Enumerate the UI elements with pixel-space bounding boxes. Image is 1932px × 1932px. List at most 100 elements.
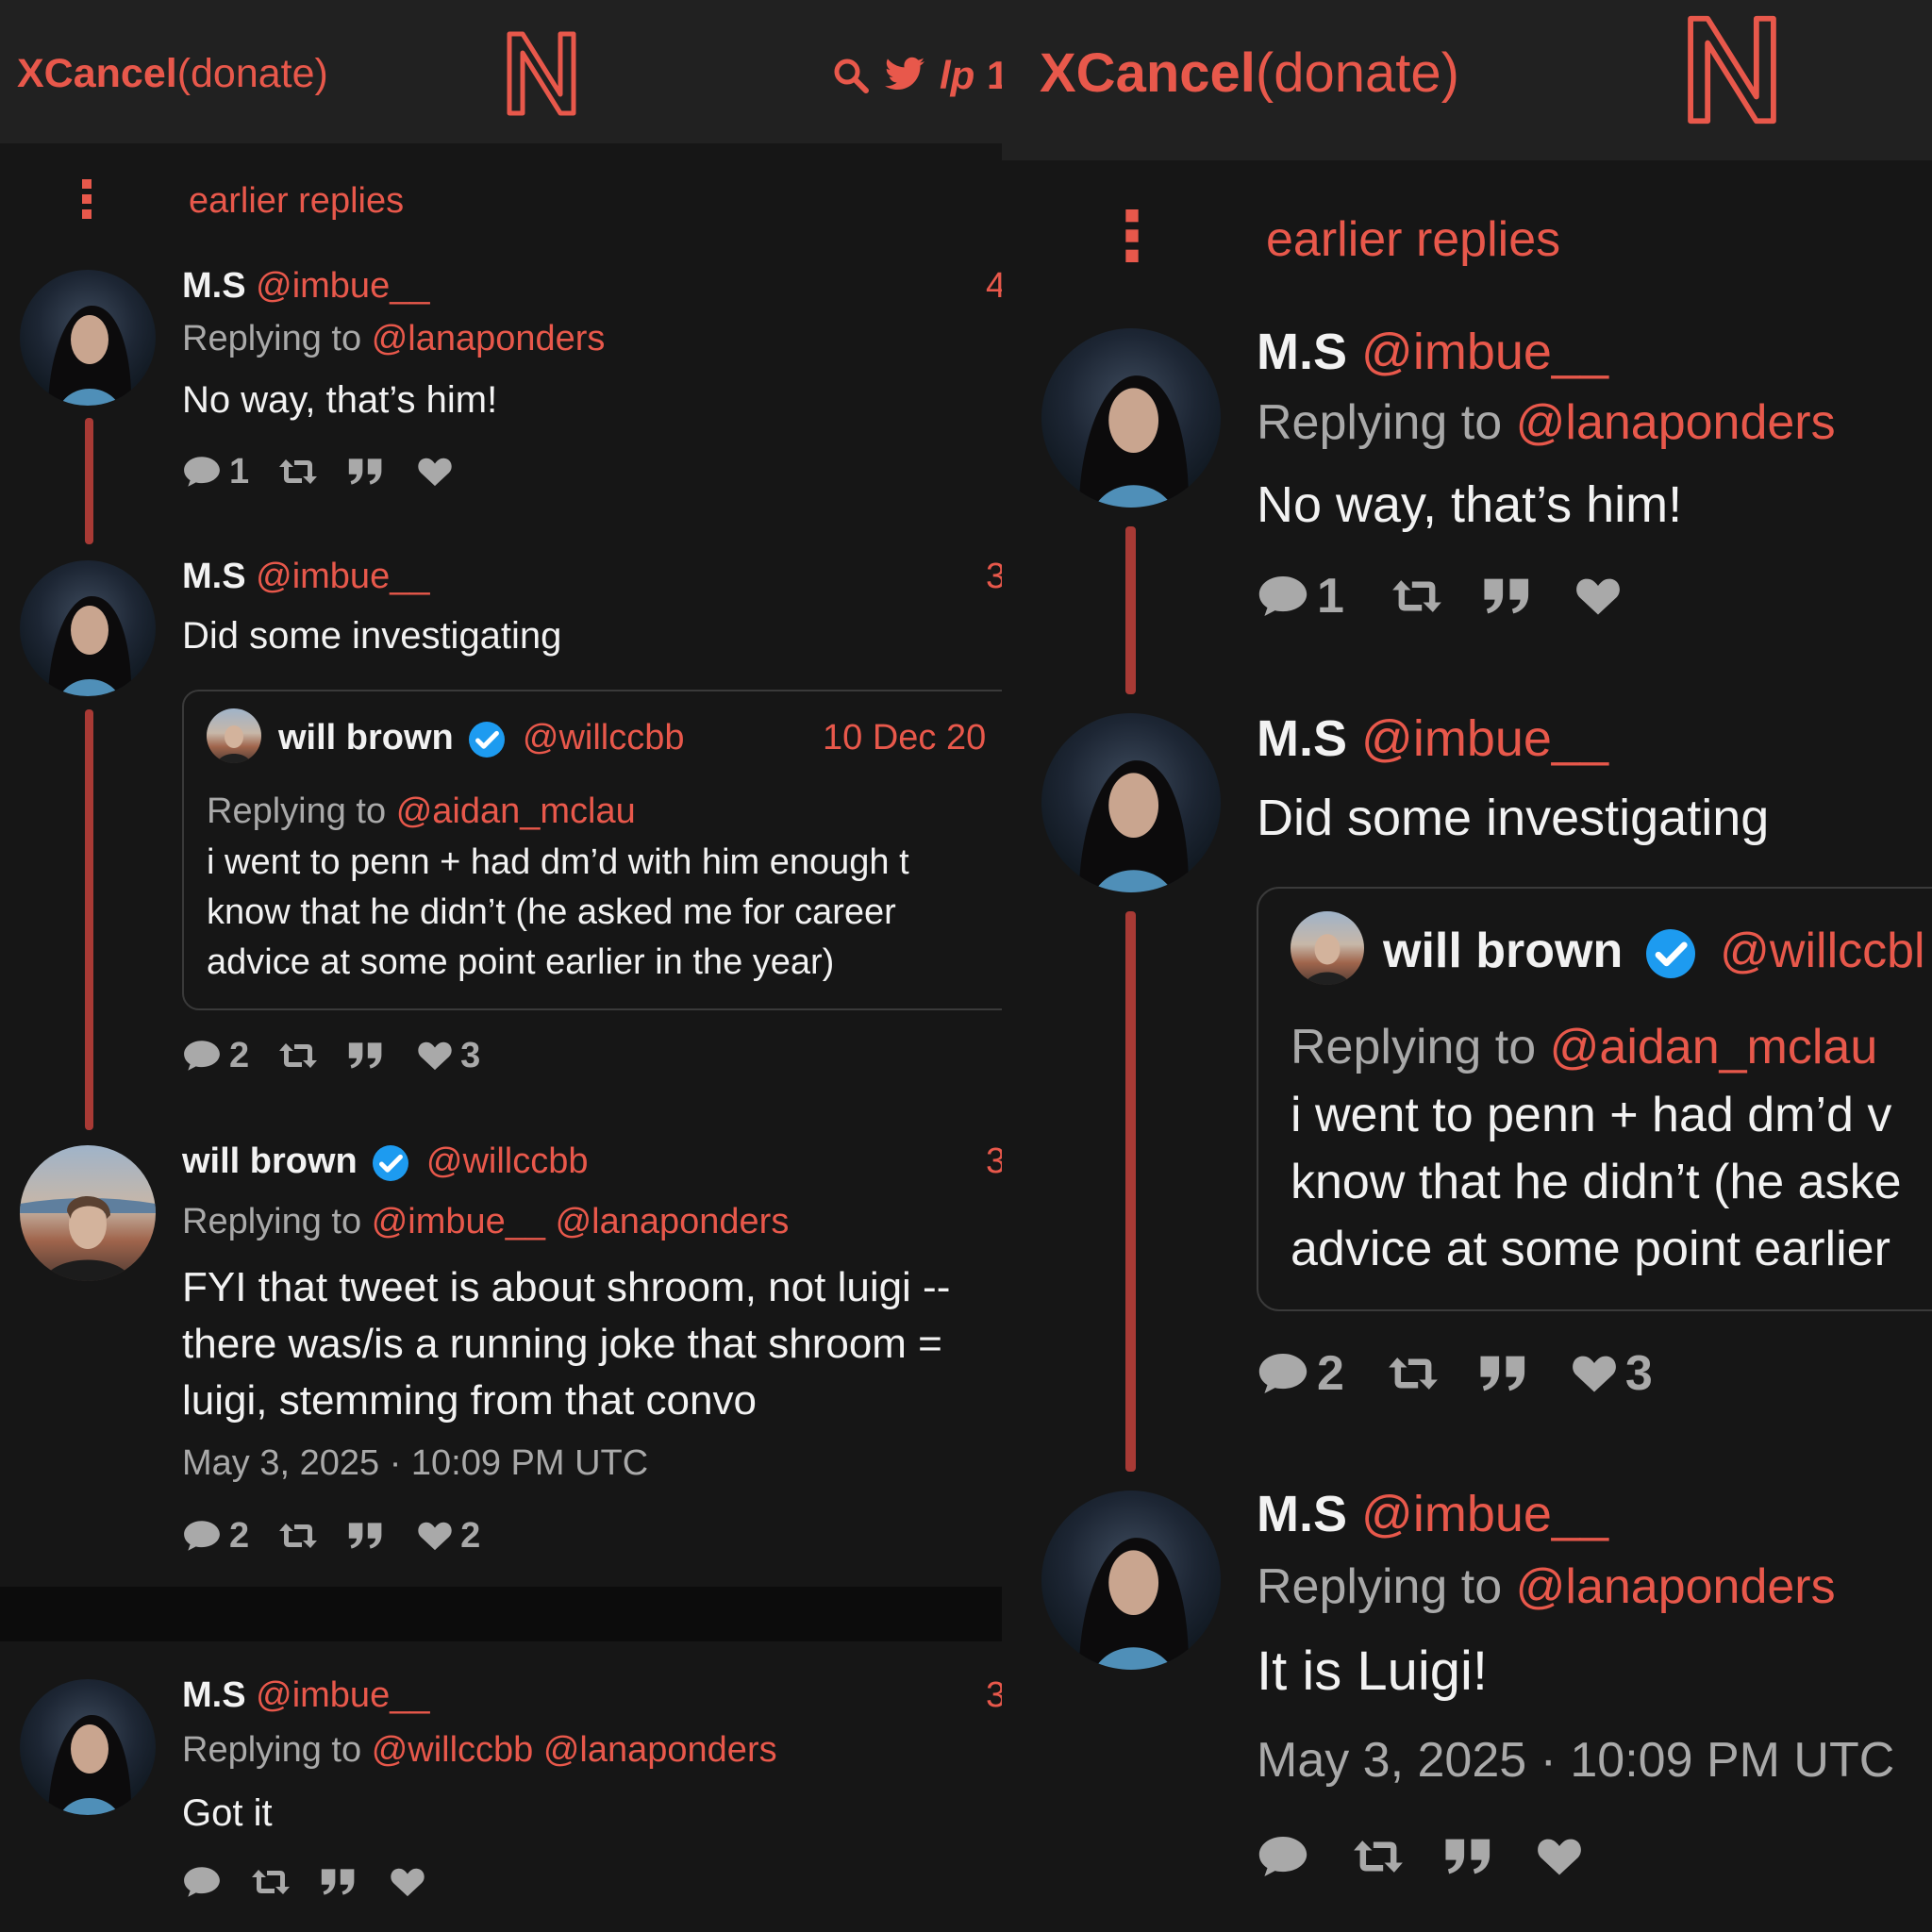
avatar[interactable] (1041, 1491, 1221, 1670)
user-fullname[interactable]: M.S (1257, 1486, 1347, 1542)
quote-icon (347, 1521, 385, 1551)
reply-mention[interactable]: @willccbb @lanaponders (372, 1730, 777, 1770)
reply-mention[interactable]: @lanaponders (1516, 1559, 1836, 1614)
retweet-stat[interactable] (1390, 575, 1444, 617)
retweet-stat[interactable] (1386, 1353, 1441, 1394)
retweet-stat[interactable] (250, 1866, 291, 1898)
like-stat[interactable] (1574, 575, 1622, 617)
username[interactable]: @imbue__ (256, 1675, 429, 1715)
reply-stat[interactable]: 2 (1257, 1345, 1344, 1402)
twitter-icon[interactable] (885, 57, 926, 92)
nitter-logo-icon[interactable] (1683, 11, 1781, 128)
reply-stat[interactable]: 1 (182, 452, 249, 492)
quote-stat[interactable] (347, 1521, 385, 1551)
like-stat[interactable] (390, 1866, 425, 1898)
comment-icon (182, 1865, 222, 1899)
quote-stat[interactable] (347, 457, 385, 487)
reply-stat[interactable] (182, 1865, 222, 1899)
reply-mention[interactable]: @imbue__ @lanaponders (372, 1202, 790, 1241)
avatar[interactable] (20, 270, 156, 406)
quote-stat[interactable] (1478, 1354, 1529, 1393)
quote-stat[interactable] (1482, 576, 1533, 616)
quote-avatar (207, 708, 261, 763)
tweet-date[interactable]: 3 (986, 1141, 1002, 1182)
username[interactable]: @imbue__ (256, 266, 429, 306)
reply-mention[interactable]: @lanaponders (372, 319, 606, 358)
tweet-date[interactable]: 3 (986, 557, 1002, 597)
username[interactable]: @imbue__ (1361, 1486, 1608, 1542)
like-stat[interactable] (417, 456, 453, 488)
retweet-icon (277, 1040, 319, 1072)
heart-icon (1536, 1836, 1583, 1877)
tweet-date[interactable]: 3 (986, 1675, 1002, 1716)
quote-icon (320, 1867, 358, 1897)
quote-icon (347, 1041, 385, 1071)
quoted-tweet[interactable]: will brown @willccbb 10 Dec 20 Replying … (182, 690, 1002, 1010)
like-stat[interactable]: 3 (417, 1036, 480, 1076)
tweet-text: No way, that’s him! (1257, 476, 1683, 533)
more-dots-icon (81, 179, 92, 219)
user-fullname[interactable]: M.S (1257, 710, 1347, 767)
thread-line (85, 418, 93, 544)
quote-stat[interactable] (320, 1867, 358, 1897)
user-fullname[interactable]: M.S (1257, 324, 1347, 380)
tweet-timestamp[interactable]: May 3, 2025 · 10:09 PM UTC (1257, 1732, 1894, 1789)
reply-stat[interactable]: 1 (1257, 568, 1344, 625)
quoted-tweet[interactable]: will brown @willccbl Replying to @aidan_… (1257, 887, 1932, 1311)
username[interactable]: @imbue__ (256, 557, 429, 596)
liberapay-icon[interactable]: lp (940, 53, 974, 98)
quote-avatar (1291, 911, 1364, 985)
user-fullname[interactable]: M.S (182, 1675, 246, 1715)
user-fullname[interactable]: M.S (182, 557, 246, 596)
reply-stat[interactable]: 2 (182, 1516, 249, 1557)
quote-icon (347, 457, 385, 487)
truncated-nav-icon[interactable]: 1 (987, 53, 1002, 98)
nitter-logo-icon[interactable] (504, 28, 579, 119)
avatar[interactable] (20, 1679, 156, 1815)
thread-line (85, 709, 93, 1130)
brand-link[interactable]: XCancel(donate) (1040, 42, 1459, 105)
avatar[interactable] (20, 560, 156, 696)
like-stat[interactable] (1536, 1836, 1583, 1877)
retweet-stat[interactable] (277, 1040, 319, 1072)
verified-icon (469, 721, 506, 758)
quote-stat[interactable] (347, 1041, 385, 1071)
tweet-text: Did some investigating (182, 615, 562, 657)
tweet-text-line: luigi, stemming from that convo (182, 1377, 757, 1424)
reply-stat[interactable]: 2 (182, 1036, 249, 1076)
thread-line (1125, 526, 1136, 694)
tweet-stats: 2 3 (1257, 1345, 1653, 1402)
search-icon[interactable] (832, 57, 870, 94)
tweet-header: M.S @imbue__ (1257, 323, 1608, 381)
tweet-date[interactable]: 4 (986, 266, 1002, 307)
quote-stat[interactable] (1443, 1837, 1494, 1876)
tweet-stats: 2 3 (182, 1036, 480, 1076)
quote-replying-to: Replying to @aidan_mclau (207, 791, 636, 831)
earlier-replies-link[interactable]: earlier replies (1266, 211, 1560, 268)
username[interactable]: @imbue__ (1361, 324, 1608, 380)
retweet-stat[interactable] (277, 1520, 319, 1552)
username[interactable]: @imbue__ (1361, 710, 1608, 767)
retweet-stat[interactable] (1351, 1836, 1406, 1877)
quote-header: will brown @willccbb (278, 718, 685, 758)
retweet-icon (1386, 1353, 1441, 1394)
quote-username: @willccbb (522, 718, 685, 758)
username[interactable]: @willccbb (426, 1141, 589, 1181)
replying-to: Replying to @lanaponders (1257, 1559, 1836, 1614)
comment-icon (182, 1519, 222, 1553)
user-fullname[interactable]: M.S (182, 266, 246, 306)
reply-mention[interactable]: @lanaponders (1516, 395, 1836, 450)
avatar[interactable] (1041, 713, 1221, 892)
like-stat[interactable]: 3 (1571, 1345, 1653, 1402)
like-stat[interactable]: 2 (417, 1516, 480, 1557)
brand-link[interactable]: XCancel(donate) (17, 51, 328, 97)
quote-replying-to: Replying to @aidan_mclau (1291, 1020, 1878, 1074)
avatar[interactable] (20, 1145, 156, 1281)
earlier-replies-link[interactable]: earlier replies (189, 181, 404, 222)
user-fullname[interactable]: will brown (182, 1141, 358, 1181)
tweet-timestamp[interactable]: May 3, 2025 · 10:09 PM UTC (182, 1443, 648, 1484)
reply-stat[interactable] (1257, 1834, 1309, 1879)
tweet-stats: 2 2 (182, 1516, 480, 1557)
avatar[interactable] (1041, 328, 1221, 508)
retweet-stat[interactable] (277, 456, 319, 488)
